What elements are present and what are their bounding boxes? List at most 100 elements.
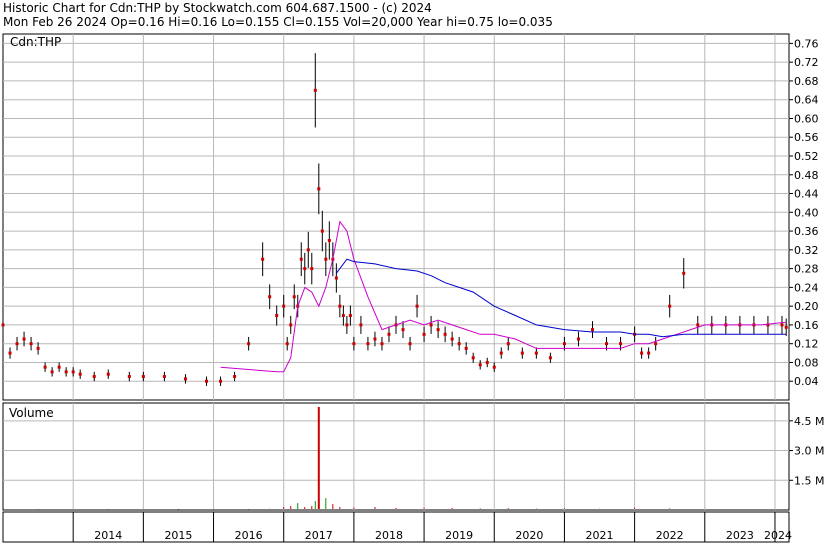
price-close-point (366, 342, 370, 346)
price-close-point (506, 342, 510, 346)
price-close-point (562, 342, 566, 346)
price-tick-label: 0.12 (794, 338, 819, 351)
year-tick-label: 2020 (515, 529, 543, 542)
year-tick-label: 2024 (764, 529, 792, 542)
price-close-point (310, 267, 314, 271)
price-close-point (36, 346, 40, 350)
price-close-point (64, 370, 68, 374)
price-close-point (338, 304, 342, 308)
price-close-point (401, 328, 405, 332)
price-close-point (780, 323, 784, 327)
price-close-point (15, 342, 19, 346)
price-close-point (682, 271, 686, 275)
price-tick-label: 0.24 (794, 281, 819, 294)
price-close-point (605, 342, 609, 346)
price-tick-label: 0.48 (794, 169, 819, 182)
price-close-point (499, 351, 503, 355)
price-tick-label: 0.76 (794, 37, 819, 50)
year-tick-label: 2022 (656, 529, 684, 542)
price-close-point (183, 377, 187, 381)
price-close-point (464, 346, 468, 350)
price-close-point (303, 267, 307, 271)
price-close-point (50, 370, 54, 374)
price-close-point (345, 323, 349, 327)
price-close-point (78, 372, 82, 376)
price-close-point (43, 365, 47, 369)
price-close-point (373, 337, 377, 341)
volume-panel-frame (2, 402, 790, 511)
price-close-point (292, 295, 296, 299)
price-close-point (261, 257, 265, 261)
price-close-point (429, 323, 433, 327)
price-tick-label: 0.56 (794, 131, 819, 144)
price-tick-label: 0.20 (794, 300, 819, 313)
price-close-point (443, 332, 447, 336)
price-close-point (415, 304, 419, 308)
price-close-point (341, 314, 345, 318)
price-tick-label: 0.60 (794, 112, 819, 125)
price-close-point (485, 360, 489, 364)
price-close-point (359, 323, 363, 327)
price-close-point (696, 323, 700, 327)
price-close-point (141, 375, 145, 379)
price-tick-label: 0.04 (794, 375, 819, 388)
year-tick-label: 2017 (305, 529, 333, 542)
price-tick-label: 0.40 (794, 206, 819, 219)
price-close-point (348, 314, 352, 318)
volume-tick-label: 1.5 M (794, 474, 824, 487)
year-tick-label: 2018 (375, 529, 403, 542)
price-tick-label: 0.44 (794, 188, 819, 201)
price-close-point (247, 342, 251, 346)
price-close-point (233, 375, 237, 379)
price-close-point (457, 342, 461, 346)
price-close-point (647, 351, 651, 355)
price-close-point (127, 375, 131, 379)
year-tick-label: 2021 (586, 529, 614, 542)
price-close-point (205, 379, 209, 383)
volume-panel-title: Volume (9, 406, 54, 420)
price-close-point (640, 351, 644, 355)
price-close-point (548, 356, 552, 360)
price-close-point (282, 304, 286, 308)
price-tick-label: 0.16 (794, 319, 819, 332)
volume-tick-label: 4.5 M (794, 415, 824, 428)
price-close-point (1, 323, 5, 327)
moving-average-line-magenta (220, 220, 787, 373)
price-close-point (334, 276, 338, 280)
price-close-point (352, 342, 356, 346)
price-tick-label: 0.08 (794, 356, 819, 369)
price-close-point (471, 356, 475, 360)
year-tick-label: 2016 (235, 529, 263, 542)
price-close-point (317, 187, 321, 191)
price-close-point (324, 257, 328, 261)
price-tick-label: 0.52 (794, 150, 819, 163)
volume-tick-label: 3.0 M (794, 445, 824, 458)
year-tick-label: 2015 (164, 529, 192, 542)
stock-chart: 2014 2015 2016 2017 2018 2019 2020 2021 2022 2023… (1, 33, 824, 543)
price-close-point (71, 370, 75, 374)
price-panel-title: Cdn:THP (10, 35, 61, 49)
price-close-point (8, 351, 12, 355)
price-close-point (162, 375, 166, 379)
price-tick-label: 0.36 (794, 225, 819, 238)
year-tick-label: 2023 (726, 529, 754, 542)
price-close-point (534, 351, 538, 355)
price-close-point (299, 257, 303, 261)
price-close-point (268, 295, 272, 299)
price-tick-label: 0.32 (794, 244, 819, 257)
price-close-point (408, 342, 412, 346)
price-close-point (380, 342, 384, 346)
price-close-point (387, 332, 391, 336)
price-close-point (619, 342, 623, 346)
price-close-point (306, 248, 310, 252)
price-panel-frame (2, 33, 790, 401)
price-close-point (106, 372, 110, 376)
price-close-point (576, 337, 580, 341)
year-tick-label: 2019 (445, 529, 473, 542)
price-close-point (320, 229, 324, 233)
price-close-point (668, 304, 672, 308)
price-close-point (57, 365, 61, 369)
price-tick-label: 0.68 (794, 75, 819, 88)
price-close-point (22, 337, 26, 341)
price-close-point (313, 88, 317, 92)
